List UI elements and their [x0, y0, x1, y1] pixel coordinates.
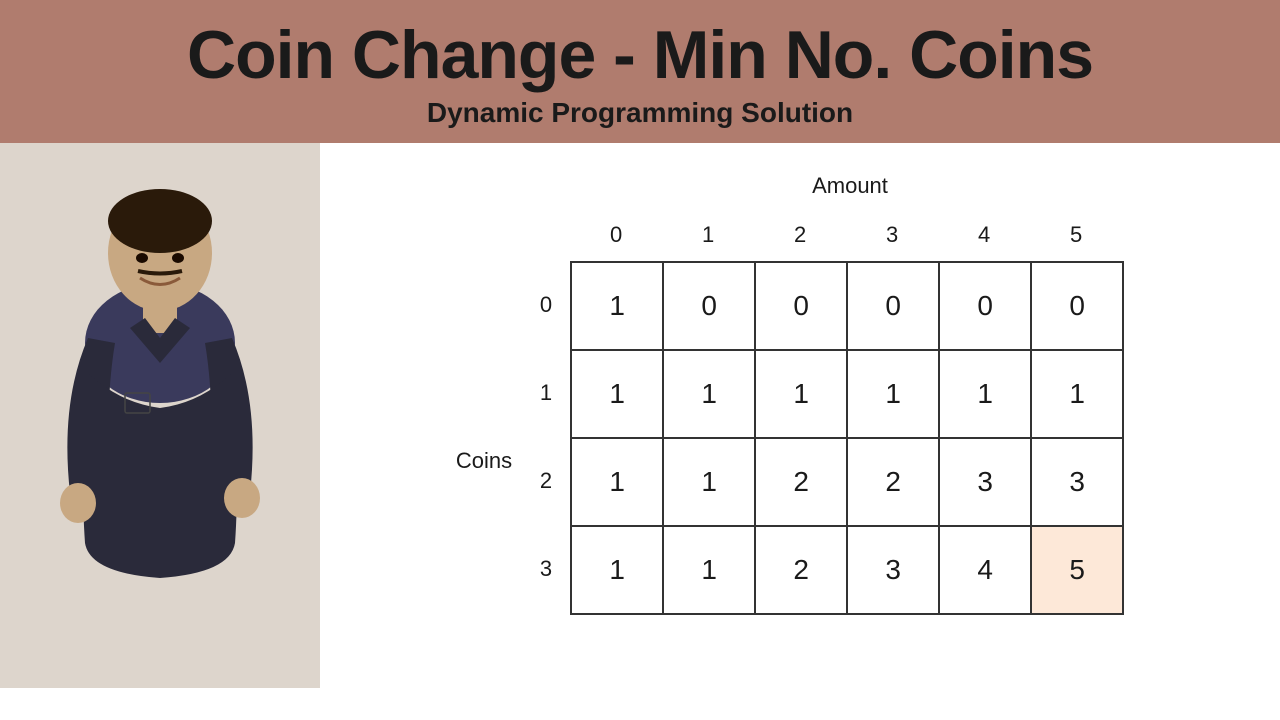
row-label-1: 1: [530, 349, 570, 437]
cell-2-4: 3: [939, 438, 1031, 526]
row-numbers: 0 1 2 3: [530, 209, 570, 613]
cell-2-5: 3: [1031, 438, 1123, 526]
cell-1-3: 1: [847, 350, 939, 438]
cell-3-4: 4: [939, 526, 1031, 614]
col-header-0: 0: [570, 209, 662, 261]
row-label-3: 3: [530, 525, 570, 613]
dp-table-container: 0 1 2 3 4 5 100000111111112233112345: [570, 209, 1124, 615]
cell-1-4: 1: [939, 350, 1031, 438]
table-row: 111111: [571, 350, 1123, 438]
row-label-2: 2: [530, 437, 570, 525]
table-wrapper: Coins 0 1 2 3 0 1 2 3 4 5: [456, 209, 1124, 615]
dp-table: 100000111111112233112345: [570, 261, 1124, 615]
col-header-5: 5: [1030, 209, 1122, 261]
header-section: Coin Change - Min No. Coins Dynamic Prog…: [0, 0, 1280, 143]
table-row: 112345: [571, 526, 1123, 614]
row-label-0: 0: [530, 261, 570, 349]
cell-3-3: 3: [847, 526, 939, 614]
cell-2-3: 2: [847, 438, 939, 526]
cell-1-0: 1: [571, 350, 663, 438]
cell-0-4: 0: [939, 262, 1031, 350]
page-subtitle: Dynamic Programming Solution: [40, 97, 1240, 129]
cell-1-2: 1: [755, 350, 847, 438]
cell-3-1: 1: [663, 526, 755, 614]
cell-0-1: 0: [663, 262, 755, 350]
person-svg: [0, 143, 320, 688]
page-title: Coin Change - Min No. Coins: [40, 18, 1240, 93]
cell-2-2: 2: [755, 438, 847, 526]
cell-0-0: 1: [571, 262, 663, 350]
col-header-3: 3: [846, 209, 938, 261]
table-row: 100000: [571, 262, 1123, 350]
cell-3-0: 1: [571, 526, 663, 614]
cell-0-2: 0: [755, 262, 847, 350]
col-header-2: 2: [754, 209, 846, 261]
cell-2-0: 1: [571, 438, 663, 526]
col-header-1: 1: [662, 209, 754, 261]
amount-label: Amount: [812, 173, 888, 199]
col-header-4: 4: [938, 209, 1030, 261]
person-photo: [0, 143, 320, 688]
coins-label-container: Coins 0 1 2 3: [456, 209, 570, 613]
cell-2-1: 1: [663, 438, 755, 526]
cell-0-3: 0: [847, 262, 939, 350]
coins-label: Coins: [456, 348, 512, 474]
table-row: 112233: [571, 438, 1123, 526]
cell-3-2: 2: [755, 526, 847, 614]
cell-3-5: 5: [1031, 526, 1123, 614]
cell-0-5: 0: [1031, 262, 1123, 350]
col-headers: 0 1 2 3 4 5: [570, 209, 1124, 261]
cell-1-1: 1: [663, 350, 755, 438]
table-section: Amount Coins 0 1 2 3 0 1 2 3 4: [320, 143, 1280, 635]
content-area: Amount Coins 0 1 2 3 0 1 2 3 4: [0, 143, 1280, 688]
cell-1-5: 1: [1031, 350, 1123, 438]
